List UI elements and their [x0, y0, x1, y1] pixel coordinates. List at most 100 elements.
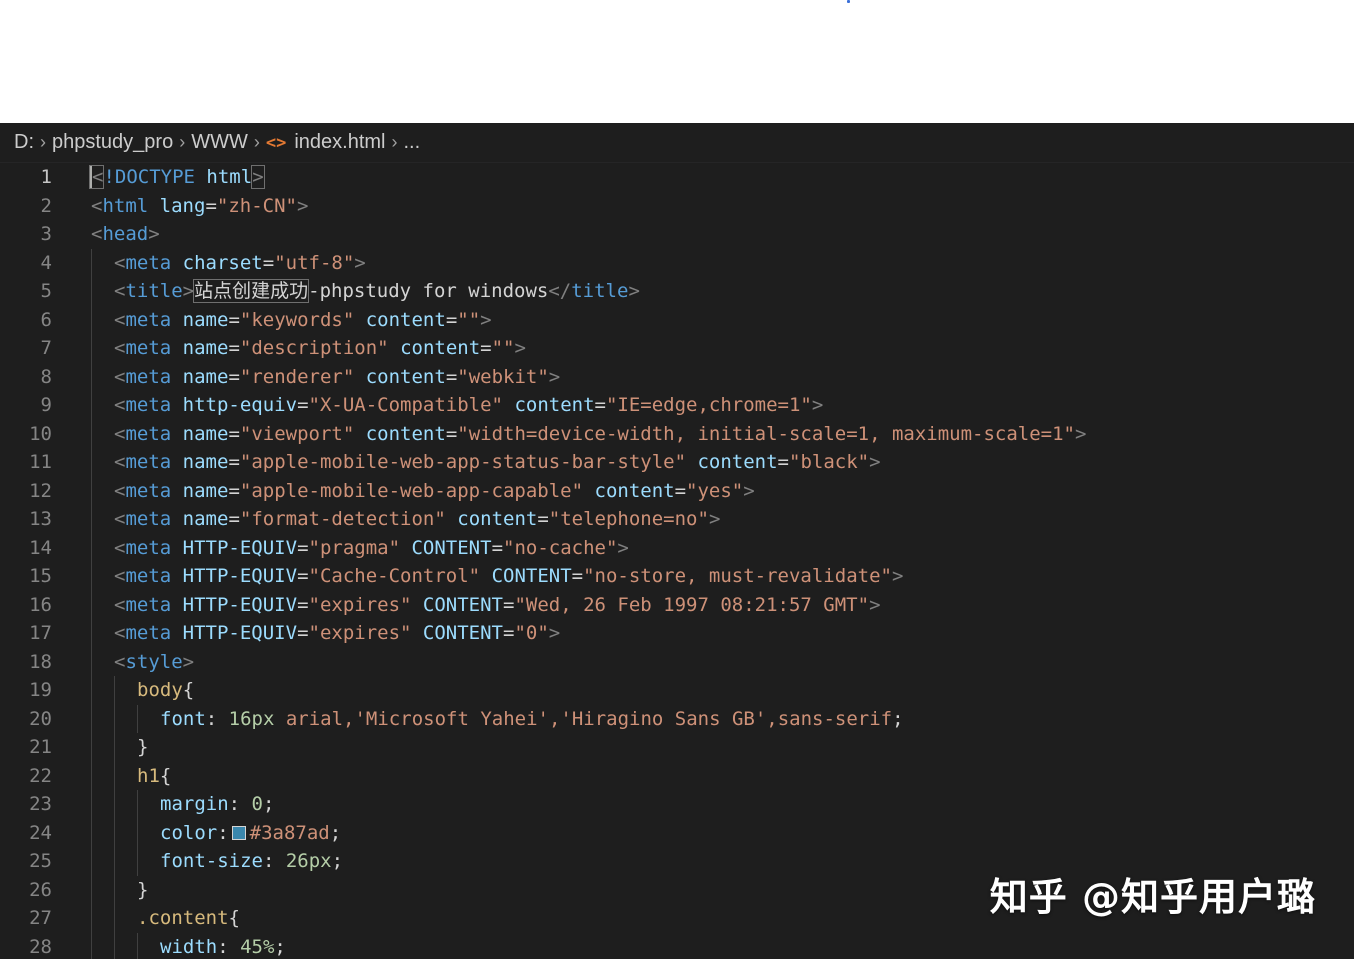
token-num: 16px: [228, 707, 275, 730]
indent-guide: [114, 904, 115, 933]
code-line[interactable]: 10 <meta name="viewport" content="width=d…: [0, 419, 1354, 448]
token-br: >: [1074, 422, 1087, 445]
code-line[interactable]: 28 width: 45%;: [0, 932, 1354, 959]
line-content: }: [137, 876, 148, 905]
code-line[interactable]: 21}: [0, 733, 1354, 762]
code-line[interactable]: 13 <meta name="format-detection" content=…: [0, 505, 1354, 534]
token-attr: HTTP-EQUIV: [182, 565, 298, 587]
code-line[interactable]: 9 <meta http-equiv="X-UA-Compatible" cont…: [0, 391, 1354, 420]
indent-guide: [91, 334, 92, 363]
code-line[interactable]: 4 <meta charset="utf-8">: [0, 248, 1354, 277]
token-prop: margin: [160, 793, 229, 815]
token-br: <: [114, 479, 126, 502]
token-tag: meta: [125, 451, 172, 473]
code-line[interactable]: 16 <meta HTTP-EQUIV="expires" CONTENT="We…: [0, 590, 1354, 620]
token-br: <: [114, 508, 126, 530]
code-editor[interactable]: D: › phpstudy_pro › WWW › <> index.html …: [0, 123, 1354, 959]
code-line[interactable]: 7 <meta name="description" content="">: [0, 334, 1354, 363]
line-number: 28: [29, 935, 52, 958]
indent-guide: [137, 790, 138, 819]
token-txt: =: [777, 451, 789, 473]
token-txt: =: [262, 251, 275, 274]
breadcrumb-item-www[interactable]: WWW: [191, 131, 248, 154]
line-content: margin: 0;: [160, 790, 274, 819]
line-number: 7: [40, 337, 52, 359]
token-br: <: [114, 650, 126, 673]
token-txt: =: [297, 565, 309, 587]
code-line[interactable]: 19 body{: [0, 676, 1354, 705]
token-str: "expires": [308, 622, 412, 644]
token-prop: color: [160, 821, 218, 844]
token-br: <: [114, 593, 126, 616]
code-line[interactable]: 23 margin: 0;: [0, 790, 1354, 819]
token-tag: meta: [125, 251, 172, 274]
token-attr: HTTP-EQUIV: [182, 593, 298, 616]
code-line[interactable]: 15 <meta HTTP-EQUIV="Cache-Control" CONTE…: [0, 562, 1354, 591]
color-swatch-icon[interactable]: [231, 825, 246, 840]
code-line[interactable]: 6 <meta name="keywords" content="">: [0, 305, 1354, 334]
line-content: <meta HTTP-EQUIV="expires" CONTENT="Wed,…: [114, 591, 881, 620]
indent-guide: [91, 476, 92, 505]
top-dot: [847, 0, 850, 3]
token-tag: meta: [125, 593, 172, 616]
token-txt: =: [297, 394, 309, 416]
token-txt: =: [503, 593, 515, 616]
breadcrumb-item-drive[interactable]: D:: [14, 131, 34, 154]
line-number: 5: [40, 280, 52, 302]
token-str: "apple-mobile-web-app-status-bar-style": [239, 451, 687, 473]
line-content: <meta name="apple-mobile-web-app-status-…: [114, 448, 881, 477]
indent-guide: [114, 676, 115, 705]
indent-guide: [114, 818, 115, 847]
code-area[interactable]: 1 <!DOCTYPE html> 2 <html lang="zh-CN"> 3 <he…: [0, 163, 1354, 959]
code-line[interactable]: 1 <!DOCTYPE html>: [0, 163, 1354, 192]
code-line[interactable]: 11 <meta name="apple-mobile-web-app-statu…: [0, 448, 1354, 477]
breadcrumb-item-phpstudy[interactable]: phpstudy_pro: [52, 131, 173, 154]
code-line[interactable]: 24 color: #3a87ad;: [0, 818, 1354, 847]
code-line[interactable]: 2 <html lang="zh-CN">: [0, 192, 1354, 221]
token-br: <: [88, 165, 105, 189]
token-br: >: [617, 536, 629, 559]
code-line[interactable]: 20 font: 16px arial,'Microsoft Yahei','Hi…: [0, 704, 1354, 733]
token-txt: =: [228, 479, 240, 502]
line-number: 26: [29, 878, 52, 901]
code-line[interactable]: 17 <meta HTTP-EQUIV="expires" CONTENT="0"…: [0, 619, 1354, 648]
indent-guide: [114, 704, 115, 733]
code-line[interactable]: 22 h1{: [0, 761, 1354, 790]
token-punc: ;: [329, 821, 342, 844]
line-number: 10: [29, 422, 52, 445]
code-line[interactable]: 3 <head>: [0, 220, 1354, 249]
line-content: <meta name="apple-mobile-web-app-capable…: [114, 477, 755, 506]
token-punc: {: [228, 907, 240, 929]
token-str: "": [457, 308, 481, 331]
token-punc: :: [205, 707, 229, 730]
token-str: "format-detection": [239, 508, 446, 530]
indent-guide: [91, 419, 92, 448]
breadcrumb-item-file[interactable]: index.html: [294, 131, 385, 154]
token-str: "0": [514, 622, 549, 644]
breadcrumb-item-more[interactable]: ...: [403, 131, 420, 154]
indent-guide: [91, 790, 92, 819]
code-line[interactable]: 14 <meta HTTP-EQUIV="pragma" CONTENT="no-…: [0, 533, 1354, 562]
line-content: <meta name="description" content="">: [114, 334, 526, 363]
indent-guide: [91, 505, 92, 534]
token-br: >: [182, 280, 195, 302]
code-line[interactable]: 18 <style>: [0, 647, 1354, 676]
token-punc: {: [159, 764, 172, 787]
token-str: "no-store, must-revalidate": [583, 565, 892, 587]
token-br: </: [548, 280, 572, 302]
token-str: "no-cache": [503, 536, 618, 559]
code-line[interactable]: 5 <title>站点创建成功-phpstudy for windows</tit…: [0, 277, 1354, 306]
code-line[interactable]: 8 <meta name="renderer" content="webkit">: [0, 362, 1354, 391]
code-line[interactable]: 12 <meta name="apple-mobile-web-app-capab…: [0, 476, 1354, 506]
token-br: <: [114, 251, 126, 274]
